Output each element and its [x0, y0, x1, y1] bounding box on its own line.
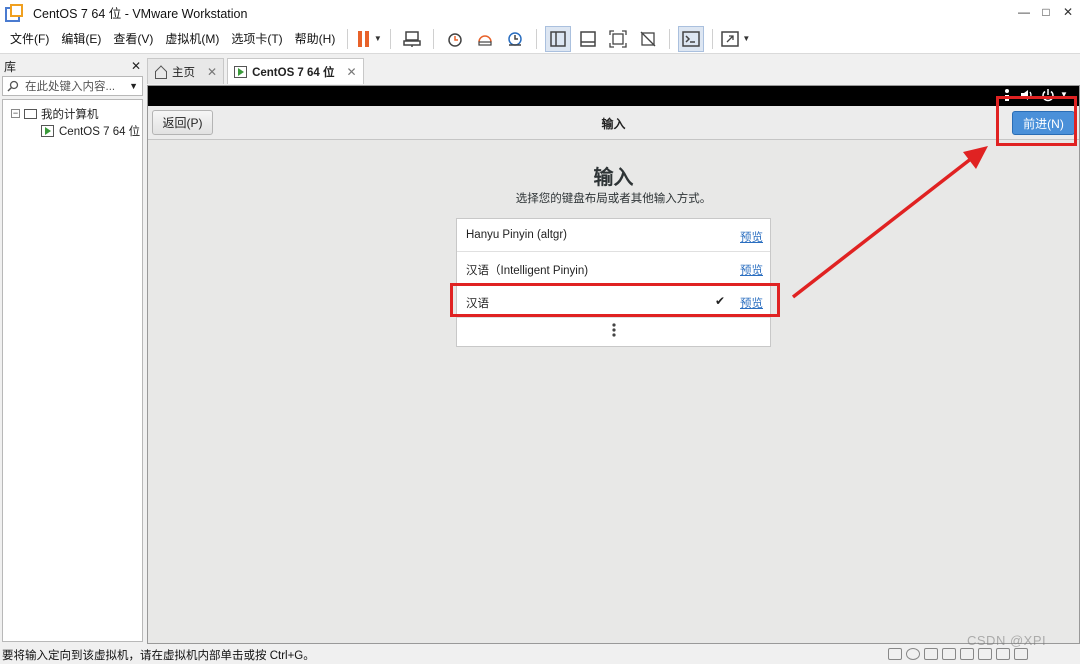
preview-link[interactable]: 预览 [740, 262, 763, 278]
tree-item-centos-vm[interactable]: CentOS 7 64 位 [3, 122, 142, 139]
watermark: CSDN @XPI [967, 633, 1047, 648]
toolbar-separator [390, 28, 392, 49]
cd-drive-icon[interactable] [906, 648, 920, 660]
installer-header: 返回(P) 输入 前进(N) [148, 106, 1079, 140]
chevron-down-icon[interactable]: ▼ [129, 81, 138, 91]
full-screen-button[interactable] [605, 26, 631, 52]
menu-bar: 文件(F) 编辑(E) 查看(V) 虚拟机(M) 选项卡(T) 帮助(H) ▼ … [0, 24, 1080, 54]
computer-icon [24, 108, 37, 119]
stretch-icon [721, 30, 740, 47]
pause-icon [358, 30, 363, 47]
toolbar-separator [669, 28, 671, 49]
library-search-input[interactable]: 在此处键入内容... ▼ [2, 76, 143, 96]
menu-view[interactable]: 查看(V) [107, 30, 159, 47]
pause-icon-bar [365, 30, 370, 47]
library-tree: − 我的计算机 CentOS 7 64 位 [2, 99, 143, 642]
device-status-icons [888, 648, 1032, 660]
tab-bar: 主页 ✕ CentOS 7 64 位 ✕ [147, 58, 367, 84]
home-icon [154, 66, 167, 79]
search-icon [7, 80, 19, 92]
title-bar: CentOS 7 64 位 - VMware Workstation — □ ✕ [0, 0, 1080, 24]
status-text: 要将输入定向到该虚拟机，请在虚拟机内部单击或按 Ctrl+G。 [2, 649, 315, 662]
console-view-button[interactable] [678, 25, 705, 52]
vm-running-icon [41, 124, 54, 137]
layout-name: Hanyu Pinyin (altgr) [466, 229, 567, 241]
tree-item-my-computer[interactable]: − 我的计算机 [3, 105, 142, 122]
window-title: CentOS 7 64 位 - VMware Workstation [33, 6, 248, 21]
tab-centos-label: CentOS 7 64 位 [252, 66, 335, 79]
menu-tabs[interactable]: 选项卡(T) [225, 30, 288, 47]
guest-top-bar: ▼ [148, 86, 1079, 106]
close-tab-icon[interactable]: ✕ [207, 65, 217, 79]
page-subtitle: 选择您的键盘布局或者其他输入方式。 [515, 193, 712, 205]
snapshot-button[interactable] [442, 26, 468, 52]
hard-disk-icon[interactable] [888, 648, 902, 660]
vmware-logo-icon [5, 4, 23, 22]
snapshot-manager-button[interactable] [502, 26, 528, 52]
display-icon[interactable] [996, 648, 1010, 660]
thumbnail-bar-button[interactable] [575, 26, 601, 52]
tab-centos-vm[interactable]: CentOS 7 64 位 ✕ [227, 58, 364, 84]
list-item[interactable]: Hanyu Pinyin (altgr) 预览 [457, 219, 770, 252]
toolbar-separator [347, 28, 349, 49]
collapse-icon[interactable]: − [11, 109, 20, 118]
usb-icon[interactable] [942, 648, 956, 660]
tab-home-label: 主页 [172, 66, 195, 79]
more-options-icon[interactable] [457, 323, 770, 339]
close-window-button[interactable]: ✕ [1054, 0, 1080, 24]
layout-name: 汉语（Intelligent Pinyin) [466, 265, 589, 277]
annotation-box-selected-layout [450, 283, 780, 317]
unity-mode-icon [640, 31, 656, 46]
vertical-ellipsis-icon [611, 323, 616, 337]
show-library-button[interactable] [545, 25, 572, 52]
toolbar-separator [536, 28, 538, 49]
sound-card-icon[interactable] [960, 648, 974, 660]
stretch-guest-button[interactable]: ▼ [721, 26, 750, 52]
network-adapter-icon[interactable] [924, 648, 938, 660]
full-screen-icon [609, 29, 627, 48]
menu-help[interactable]: 帮助(H) [289, 30, 342, 47]
message-icon[interactable] [1014, 648, 1028, 660]
preview-link[interactable]: 预览 [740, 229, 763, 245]
vm-running-icon [234, 65, 248, 78]
status-bar: 要将输入定向到该虚拟机，请在虚拟机内部单击或按 Ctrl+G。 [0, 645, 1080, 664]
annotation-box-next-button [996, 96, 1077, 146]
tab-home[interactable]: 主页 ✕ [147, 58, 225, 84]
pause-button[interactable]: ▼ [356, 26, 382, 52]
terminal-icon [682, 30, 701, 47]
snapshot-manager-icon [508, 31, 523, 46]
revert-snapshot-icon [478, 34, 493, 46]
search-placeholder: 在此处键入内容... [25, 81, 116, 93]
revert-snapshot-button[interactable] [472, 26, 498, 52]
close-library-button[interactable]: ✕ [131, 59, 141, 73]
library-header: 库 ✕ [0, 56, 145, 76]
toolbar-separator [433, 28, 435, 49]
header-title: 输入 [601, 117, 626, 131]
toolbar-separator [712, 28, 714, 49]
menu-file[interactable]: 文件(F) [4, 30, 55, 47]
send-ctrl-alt-del-button[interactable] [399, 26, 425, 52]
menu-edit[interactable]: 编辑(E) [55, 30, 107, 47]
vm-console[interactable]: ▼ 返回(P) 输入 前进(N) 输入 选择您的键盘布局或者其他输入方式。 Ha… [147, 85, 1080, 644]
list-item[interactable]: 汉语（Intelligent Pinyin) 预览 [457, 252, 770, 285]
tree-label-my-computer: 我的计算机 [41, 108, 99, 121]
printer-icon[interactable] [978, 648, 992, 660]
network-computer-icon [403, 30, 422, 47]
page-title: 输入 [593, 167, 634, 189]
unity-button[interactable] [635, 26, 661, 52]
library-panel-icon [550, 30, 567, 47]
chevron-down-icon: ▼ [373, 34, 382, 43]
snapshot-clock-icon [448, 32, 463, 47]
library-title: 库 [4, 59, 17, 74]
chevron-down-icon: ▼ [742, 34, 751, 43]
menu-vm[interactable]: 虚拟机(M) [159, 30, 225, 47]
thumbnail-bar-icon [580, 30, 597, 47]
tree-label-centos-vm: CentOS 7 64 位 [59, 125, 141, 138]
close-tab-icon[interactable]: ✕ [347, 65, 357, 79]
